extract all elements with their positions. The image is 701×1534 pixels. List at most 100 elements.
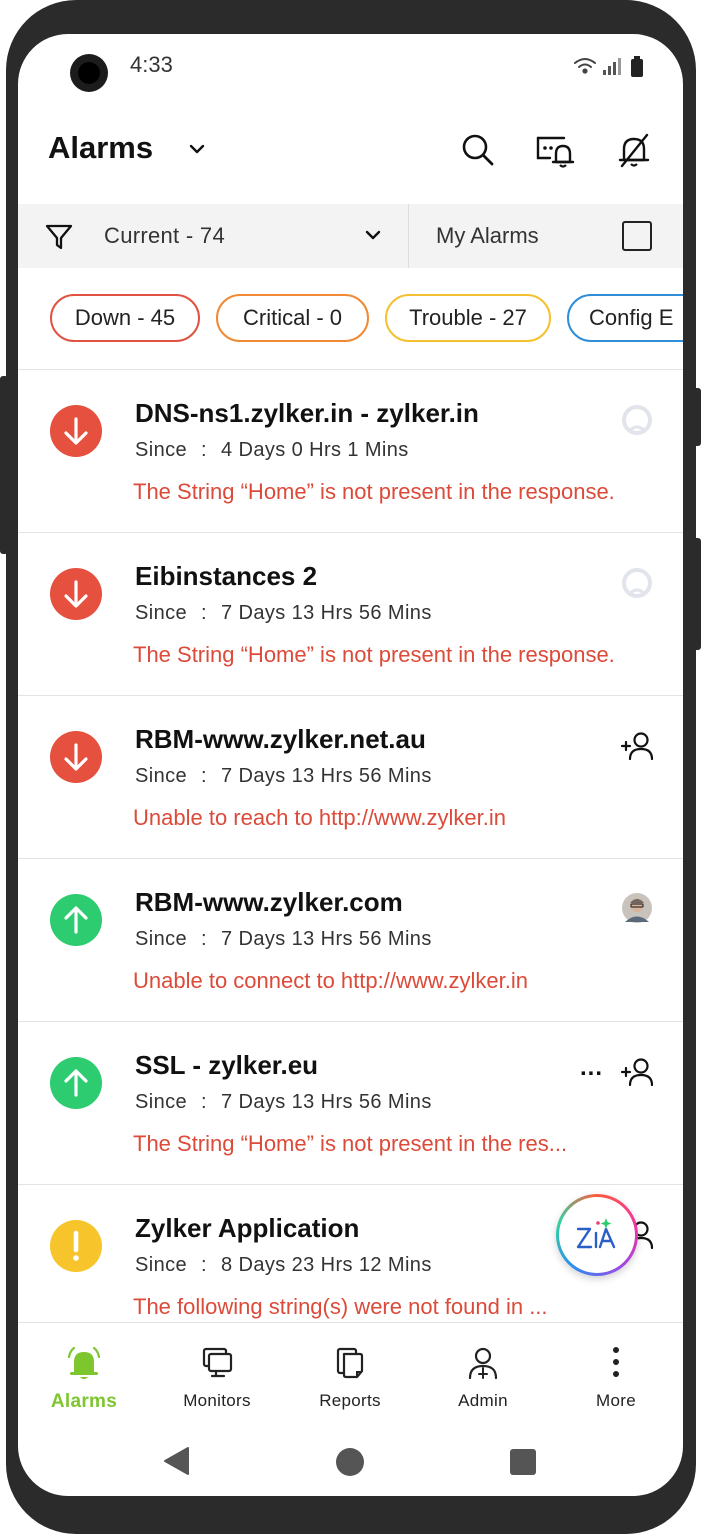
monitor-icon: [202, 1347, 233, 1378]
user-photo-avatar[interactable]: [621, 892, 653, 924]
admin-icon: [468, 1347, 498, 1380]
nav-reports[interactable]: Reports: [284, 1323, 416, 1423]
bell-off-icon[interactable]: [616, 132, 652, 168]
fab-inner: [559, 1197, 635, 1273]
alarm-list: DNS-ns1.zylker.in - zylker.in Since:4 Da…: [18, 370, 683, 1322]
since-value: 7 Days 13 Hrs 56 Mins: [221, 602, 432, 624]
arrow-down-icon: [50, 405, 102, 457]
alarm-message: The following string(s) were not found i…: [133, 1294, 548, 1319]
since-separator: :: [201, 1091, 208, 1113]
since-value: 7 Days 13 Hrs 56 Mins: [221, 928, 432, 950]
search-icon[interactable]: [460, 132, 496, 168]
zia-assistant-button[interactable]: [556, 1194, 638, 1276]
battery-icon: [631, 56, 643, 77]
nav-label: Reports: [319, 1391, 381, 1410]
nav-alarms[interactable]: Alarms: [18, 1323, 150, 1423]
alarm-message: The String “Home” is not present in the …: [133, 642, 615, 667]
app-header: Alarms: [18, 114, 683, 204]
chip-trouble[interactable]: Trouble - 27: [385, 294, 551, 342]
back-icon[interactable]: [162, 1446, 192, 1476]
alarm-row[interactable]: RBM-www.zylker.com Since:7 Days 13 Hrs 5…: [18, 859, 683, 1022]
alarm-since: Since:7 Days 13 Hrs 56 Mins: [135, 602, 432, 625]
assign-user-icon[interactable]: [620, 729, 654, 763]
filter-divider: [408, 204, 409, 268]
since-value: 8 Days 23 Hrs 12 Mins: [221, 1254, 432, 1276]
since-label: Since: [135, 765, 188, 787]
alarm-row[interactable]: DNS-ns1.zylker.in - zylker.in Since:4 Da…: [18, 370, 683, 533]
since-separator: :: [201, 1254, 208, 1276]
alarm-name: RBM-www.zylker.net.au: [135, 724, 426, 754]
exclamation-icon: [50, 1220, 102, 1272]
alarm-message: Unable to connect to http://www.zylker.i…: [133, 968, 528, 993]
alarm-notification-settings-icon[interactable]: [534, 132, 576, 168]
arrow-down-icon: [50, 731, 102, 783]
since-separator: :: [201, 602, 208, 624]
page-title[interactable]: Alarms: [48, 130, 153, 166]
alarm-row[interactable]: Eibinstances 2 Since:7 Days 13 Hrs 56 Mi…: [18, 533, 683, 696]
side-button-left: [0, 376, 8, 554]
wifi-icon: [574, 58, 596, 74]
filter-icon[interactable]: [44, 222, 74, 252]
bell-icon: [67, 1346, 101, 1379]
alarm-since: Since:8 Days 23 Hrs 12 Mins: [135, 1254, 432, 1277]
front-camera: [70, 54, 108, 92]
arrow-up-icon: [50, 1057, 102, 1109]
filter-bar: Current - 74 My Alarms: [18, 204, 683, 268]
alarm-since: Since:4 Days 0 Hrs 1 Mins: [135, 439, 409, 462]
alarm-since: Since:7 Days 13 Hrs 56 Mins: [135, 928, 432, 951]
app-screen: 4:33 Alarms Current - 74 My Alarms Down …: [18, 34, 683, 1496]
chevron-down-icon[interactable]: [362, 224, 384, 246]
nav-label: More: [596, 1391, 636, 1410]
system-navigation: [18, 1432, 683, 1496]
alarm-row[interactable]: SSL - zylker.eu Since:7 Days 13 Hrs 56 M…: [18, 1022, 683, 1185]
status-time: 4:33: [130, 52, 173, 77]
zia-icon: [576, 1218, 616, 1249]
since-separator: :: [201, 928, 208, 950]
alarm-name: Eibinstances 2: [135, 561, 318, 591]
severity-chips: Down - 45 Critical - 0 Trouble - 27 Conf…: [50, 294, 683, 344]
bottom-navigation: Alarms Monitors Reports Admin More: [18, 1322, 683, 1432]
since-label: Since: [135, 602, 188, 624]
since-separator: :: [201, 765, 208, 787]
chevron-down-icon[interactable]: [186, 138, 208, 160]
unassigned-avatar-icon[interactable]: [620, 403, 654, 437]
since-label: Since: [135, 1091, 188, 1113]
alarm-name: RBM-www.zylker.com: [135, 887, 403, 917]
my-alarms-label: My Alarms: [436, 223, 539, 248]
chip-config-error[interactable]: Config E: [567, 294, 683, 342]
since-value: 7 Days 13 Hrs 56 Mins: [221, 1091, 432, 1113]
nav-label: Alarms: [50, 1391, 118, 1412]
alarm-row[interactable]: RBM-www.zylker.net.au Since:7 Days 13 Hr…: [18, 696, 683, 859]
alarm-since: Since:7 Days 13 Hrs 56 Mins: [135, 1091, 432, 1114]
alarm-name: SSL - zylker.eu: [135, 1050, 319, 1080]
unassigned-avatar-icon[interactable]: [620, 566, 654, 600]
assign-user-icon[interactable]: [620, 1055, 654, 1089]
alarm-message: The String “Home” is not present in the …: [133, 479, 615, 504]
my-alarms-checkbox[interactable]: [622, 221, 652, 251]
nav-label: Admin: [458, 1391, 508, 1410]
chip-down[interactable]: Down - 45: [50, 294, 200, 342]
alarm-message: Unable to reach to http://www.zylker.in: [133, 805, 506, 830]
alarm-message: The String “Home” is not present in the …: [133, 1131, 568, 1156]
chip-critical[interactable]: Critical - 0: [216, 294, 369, 342]
filter-dropdown-label[interactable]: Current - 74: [104, 223, 225, 249]
alarm-name: DNS-ns1.zylker.in - zylker.in: [135, 398, 479, 428]
side-button-right-top: [693, 388, 701, 446]
alarm-name: Zylker Application: [135, 1213, 360, 1243]
arrow-up-icon: [50, 894, 102, 946]
since-separator: :: [201, 439, 208, 461]
alarm-since: Since:7 Days 13 Hrs 56 Mins: [135, 765, 432, 788]
status-icons: [574, 56, 643, 77]
nav-admin[interactable]: Admin: [417, 1323, 549, 1423]
nav-monitors[interactable]: Monitors: [151, 1323, 283, 1423]
nav-label: Monitors: [183, 1391, 251, 1410]
nav-more[interactable]: More: [550, 1323, 682, 1423]
home-button[interactable]: [336, 1448, 364, 1476]
since-label: Since: [135, 439, 188, 461]
more-options-button[interactable]: ...: [580, 1054, 603, 1082]
more-vertical-icon: [613, 1347, 619, 1377]
since-label: Since: [135, 928, 188, 950]
recents-button[interactable]: [510, 1449, 536, 1475]
since-label: Since: [135, 1254, 188, 1276]
side-button-right-bottom: [693, 538, 701, 650]
